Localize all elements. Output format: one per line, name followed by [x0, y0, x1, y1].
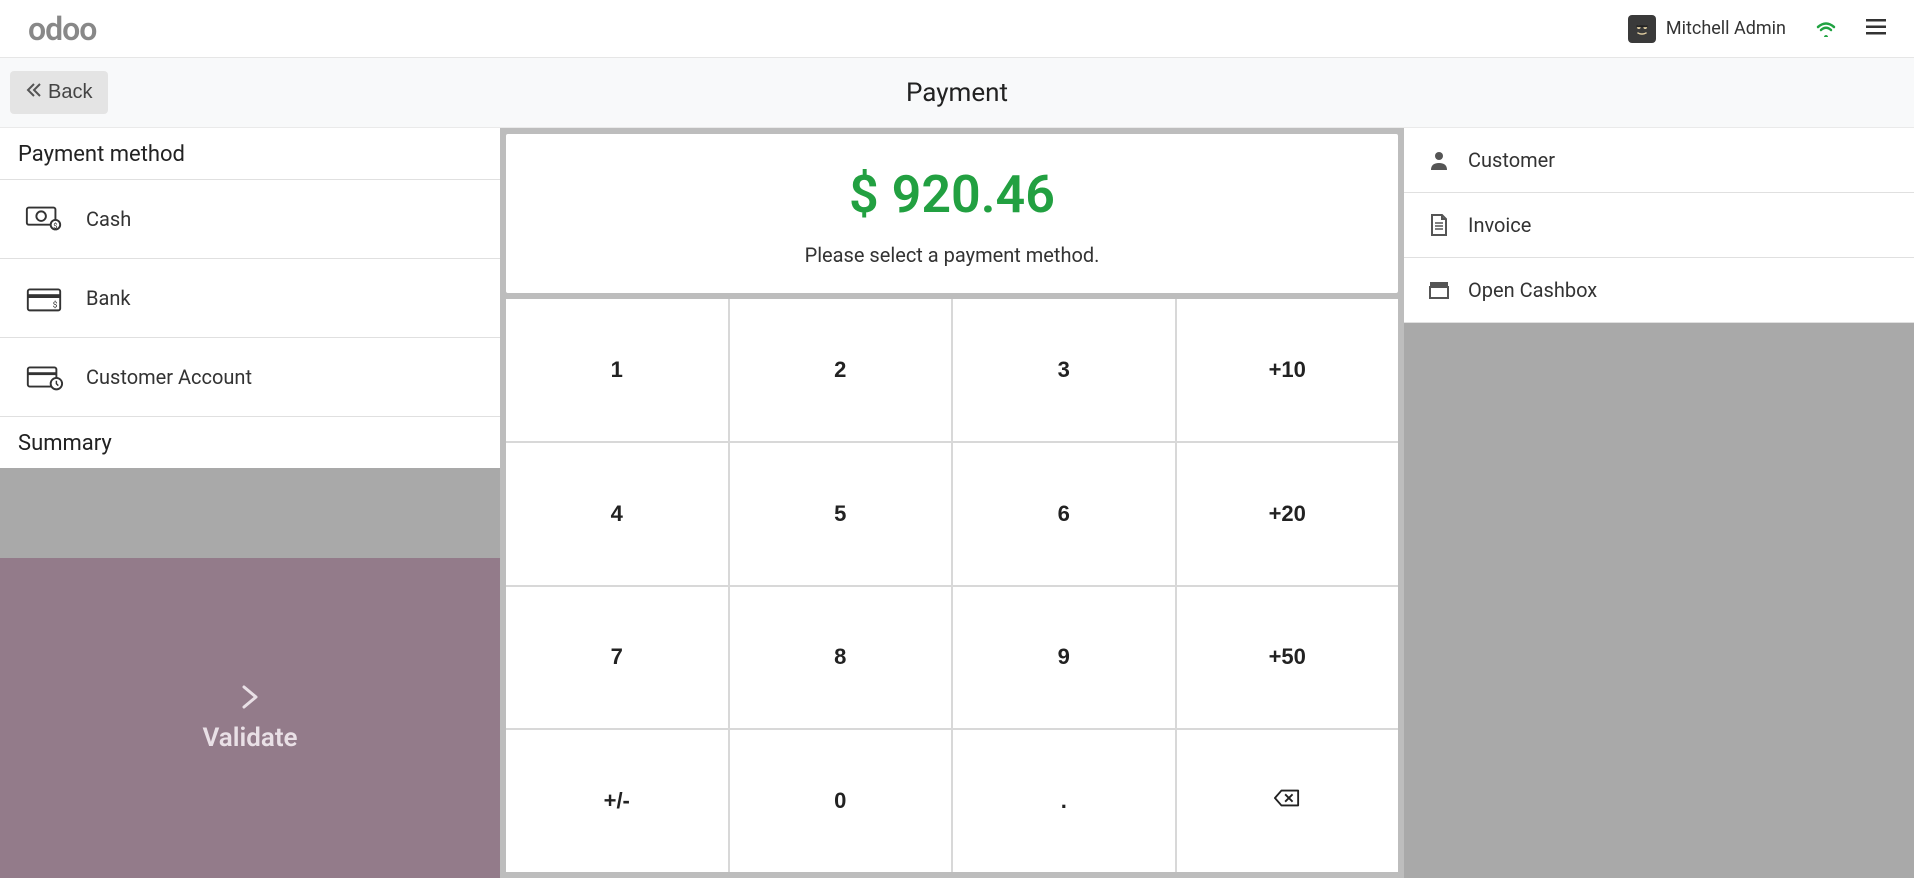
top-header: odoo Mitchell Admin — [0, 0, 1914, 58]
right-panel: Customer Invoice Open Cashbox — [1404, 128, 1914, 878]
payment-method-heading: Payment method — [0, 128, 500, 180]
hamburger-icon[interactable] — [1866, 18, 1886, 40]
numpad-9[interactable]: 9 — [953, 587, 1175, 729]
numpad-backspace[interactable] — [1177, 730, 1399, 872]
page-title: Payment — [906, 78, 1008, 108]
left-top: Payment method $ Cash $ Bank Customer Ac… — [0, 128, 500, 468]
summary-empty — [0, 468, 500, 558]
amount-value: $ 920.46 — [849, 164, 1055, 225]
action-invoice[interactable]: Invoice — [1404, 193, 1914, 258]
numpad-6[interactable]: 6 — [953, 443, 1175, 585]
numpad-sign[interactable]: +/- — [506, 730, 728, 872]
header-right: Mitchell Admin — [1628, 15, 1886, 43]
backspace-icon — [1274, 788, 1300, 814]
payment-method-label: Cash — [86, 207, 131, 231]
action-label: Invoice — [1468, 213, 1531, 237]
chevron-left-double-icon — [26, 81, 42, 104]
numpad-plus-50[interactable]: +50 — [1177, 587, 1399, 729]
numpad-plus-10[interactable]: +10 — [1177, 299, 1399, 441]
customer-account-icon — [24, 360, 64, 394]
back-label: Back — [48, 81, 92, 104]
center-panel: $ 920.46 Please select a payment method.… — [500, 128, 1404, 878]
action-customer[interactable]: Customer — [1404, 128, 1914, 193]
numpad-5[interactable]: 5 — [730, 443, 952, 585]
chevron-right-icon — [239, 683, 261, 719]
validate-label: Validate — [202, 723, 297, 753]
back-button[interactable]: Back — [10, 71, 108, 114]
payment-method-bank[interactable]: $ Bank — [0, 259, 500, 338]
action-label: Customer — [1468, 148, 1555, 172]
payment-method-label: Bank — [86, 286, 131, 310]
numpad-1[interactable]: 1 — [506, 299, 728, 441]
bank-icon: $ — [24, 281, 64, 315]
user-name: Mitchell Admin — [1666, 18, 1786, 39]
payment-method-customer-account[interactable]: Customer Account — [0, 338, 500, 417]
user-icon — [1428, 149, 1450, 171]
payment-method-cash[interactable]: $ Cash — [0, 180, 500, 259]
numpad-0[interactable]: 0 — [730, 730, 952, 872]
amount-message: Please select a payment method. — [805, 243, 1100, 267]
numpad-2[interactable]: 2 — [730, 299, 952, 441]
left-panel: Payment method $ Cash $ Bank Customer Ac… — [0, 128, 500, 878]
action-label: Open Cashbox — [1468, 278, 1597, 302]
user-menu[interactable]: Mitchell Admin — [1628, 15, 1786, 43]
svg-text:$: $ — [53, 222, 57, 231]
payment-method-label: Customer Account — [86, 365, 252, 389]
validate-button[interactable]: Validate — [0, 558, 500, 878]
numpad: 1 2 3 +10 4 5 6 +20 7 8 9 +50 +/- 0 . — [506, 299, 1398, 872]
odoo-logo: odoo — [28, 10, 96, 48]
invoice-icon — [1428, 214, 1450, 236]
cash-icon: $ — [24, 202, 64, 236]
numpad-dot[interactable]: . — [953, 730, 1175, 872]
main-area: Payment method $ Cash $ Bank Customer Ac… — [0, 128, 1914, 878]
numpad-plus-20[interactable]: +20 — [1177, 443, 1399, 585]
action-open-cashbox[interactable]: Open Cashbox — [1404, 258, 1914, 323]
numpad-8[interactable]: 8 — [730, 587, 952, 729]
summary-heading: Summary — [0, 417, 500, 468]
numpad-7[interactable]: 7 — [506, 587, 728, 729]
numpad-3[interactable]: 3 — [953, 299, 1175, 441]
avatar — [1628, 15, 1656, 43]
sub-header: Back Payment — [0, 58, 1914, 128]
amount-box: $ 920.46 Please select a payment method. — [506, 134, 1398, 293]
numpad-4[interactable]: 4 — [506, 443, 728, 585]
svg-text:$: $ — [53, 300, 58, 311]
wifi-icon[interactable] — [1814, 17, 1838, 41]
cashbox-icon — [1428, 279, 1450, 301]
